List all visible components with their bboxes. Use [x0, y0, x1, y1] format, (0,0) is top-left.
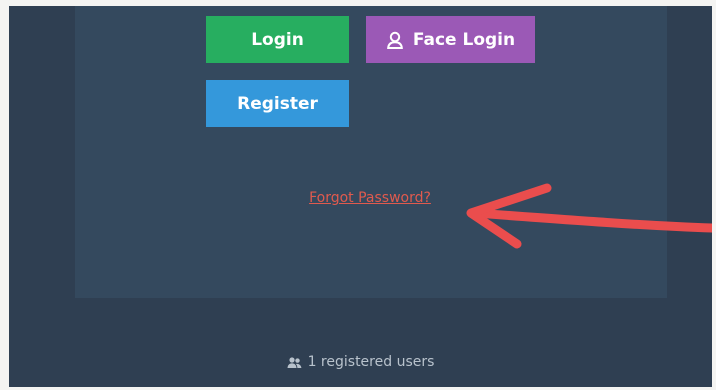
users-icon [287, 356, 302, 369]
red-arrow-annotation [466, 183, 712, 249]
registered-users-text: 1 registered users [307, 354, 435, 370]
app-window: Login Face Login Register Forgot Passwor… [9, 6, 712, 387]
registered-users-status: 1 registered users [9, 354, 712, 370]
